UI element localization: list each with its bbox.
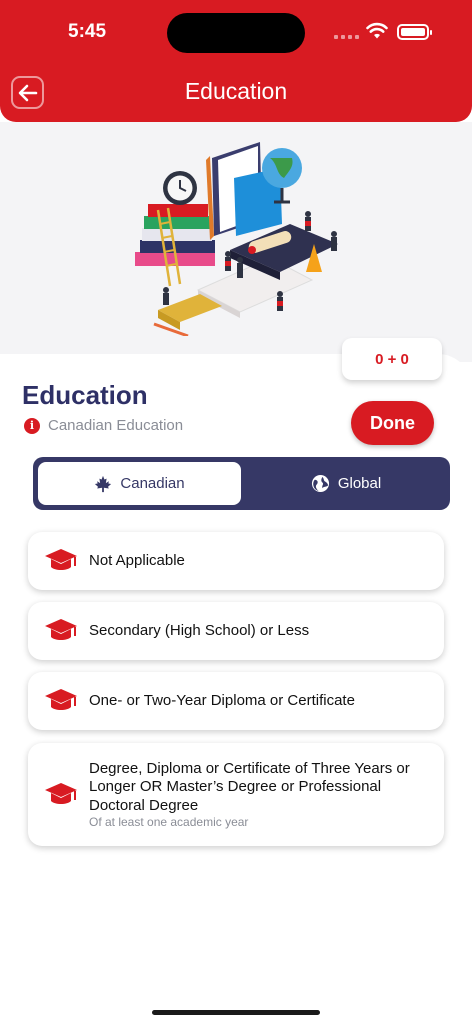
globe-icon — [311, 474, 329, 493]
graduation-cap-icon — [45, 619, 77, 640]
section-title: Education — [22, 380, 148, 410]
dynamic-island — [167, 13, 305, 53]
option-not-applicable[interactable]: Not Applicable — [28, 532, 444, 590]
education-illustration — [135, 142, 338, 336]
segment-canadian[interactable]: Canadian — [38, 462, 241, 505]
option-label: One- or Two-Year Diploma or Certificate — [89, 691, 355, 709]
graduation-cap-icon — [45, 782, 77, 804]
home-indicator[interactable] — [152, 1010, 320, 1015]
option-label: Degree, Diploma or Certificate of Three … — [89, 759, 410, 814]
segment-canadian-label: Canadian — [120, 475, 185, 492]
option-note: Of at least one academic year — [89, 815, 249, 830]
graduation-cap-icon — [45, 549, 77, 570]
option-secondary-or-less[interactable]: Secondary (High School) or Less — [28, 602, 444, 660]
battery-icon — [397, 24, 432, 40]
wifi-icon — [366, 22, 388, 39]
education-type-segmented-control: Canadian Global — [33, 457, 450, 510]
done-button[interactable]: Done — [351, 401, 434, 445]
graduation-cap-icon — [45, 689, 77, 710]
option-label-group: Degree, Diploma or Certificate of Three … — [89, 760, 428, 830]
score-badge: 0 + 0 — [342, 338, 442, 380]
option-label: Not Applicable — [89, 551, 185, 569]
option-one-or-two-year-diploma[interactable]: One- or Two-Year Diploma or Certificate — [28, 672, 444, 730]
option-three-year-or-masters-degree[interactable]: Degree, Diploma or Certificate of Three … — [28, 743, 444, 846]
segment-global-label: Global — [337, 475, 382, 492]
section-subtitle-row: i Canadian Education — [24, 417, 183, 434]
info-icon[interactable]: i — [24, 417, 40, 434]
segment-global[interactable]: Global — [246, 462, 446, 505]
app-header: 5:45 Education — [0, 0, 472, 122]
status-time: 5:45 — [68, 21, 107, 42]
cellular-signal-icon — [334, 35, 359, 39]
option-label: Secondary (High School) or Less — [89, 621, 310, 639]
section-subtitle: Canadian Education — [48, 417, 184, 434]
maple-leaf-icon — [95, 475, 112, 492]
page-title: Education — [184, 78, 288, 104]
